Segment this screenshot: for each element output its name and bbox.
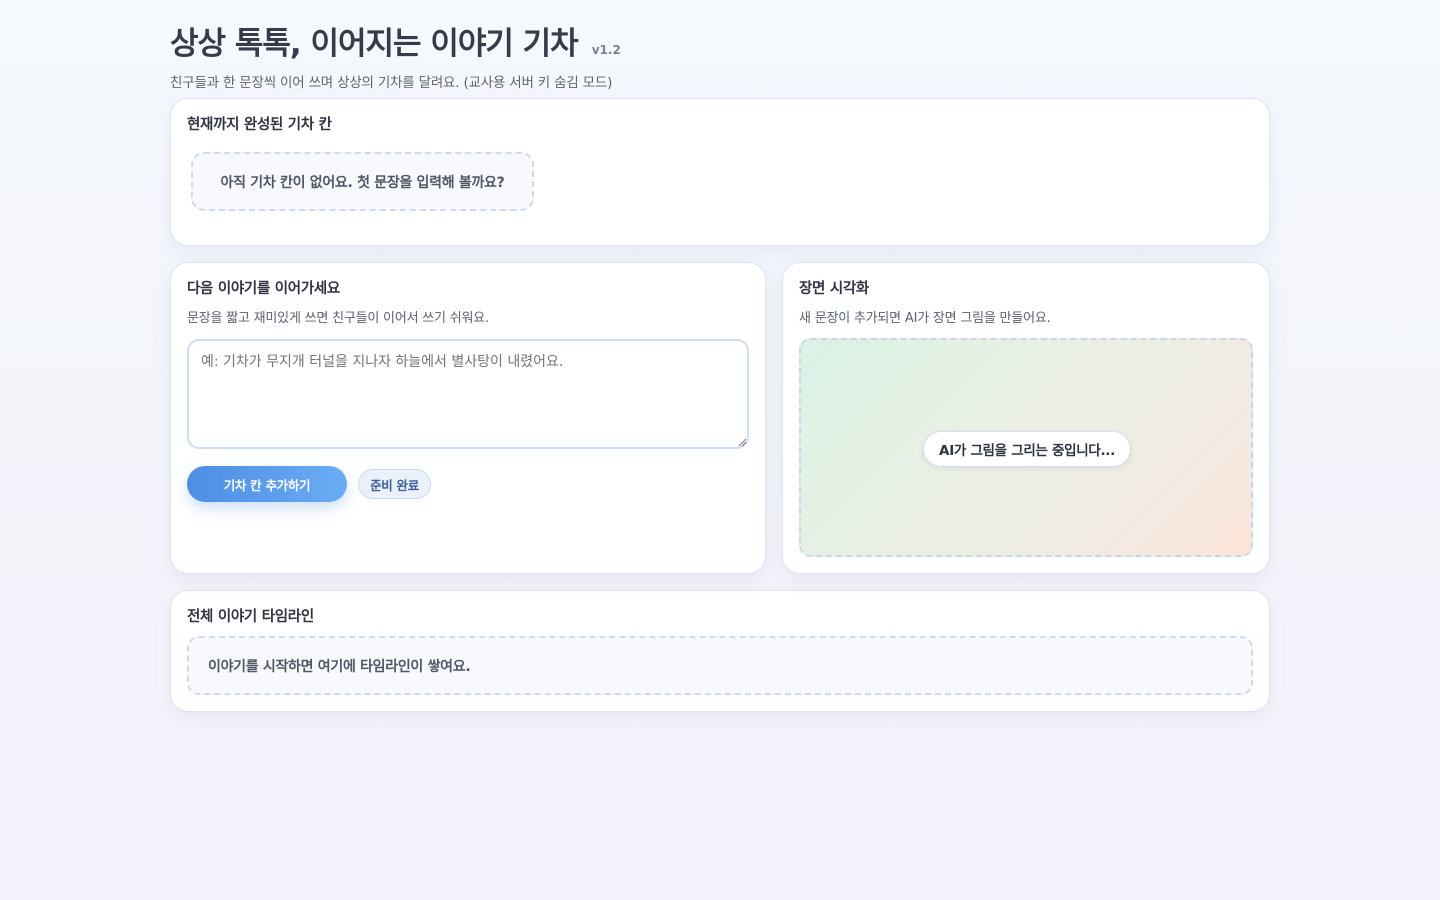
timeline-title: 전체 이야기 타임라인 <box>187 609 314 625</box>
page-subtitle: 친구들과 한 문장씩 이어 쓰며 상상의 기차를 달려요. (교사용 서버 키 … <box>170 75 613 91</box>
train-card: 현재까지 완성된 기차 칸 아직 기차 칸이 없어요. 첫 문장을 입력해 볼까… <box>170 98 1270 246</box>
timeline-empty-message: 이야기를 시작하면 여기에 타임라인이 쌓여요. <box>187 636 1253 695</box>
story-input-title: 다음 이야기를 이어가세요 <box>187 281 340 297</box>
train-card-title: 현재까지 완성된 기차 칸 <box>187 117 332 133</box>
story-textarea[interactable] <box>187 339 749 449</box>
title-row: 상상 톡톡, 이어지는 이야기 기차 v1.2 <box>170 18 1270 63</box>
drawing-status-pill: AI가 그림을 그리는 중입니다... <box>923 431 1131 467</box>
add-train-car-button[interactable]: 기차 칸 추가하기 <box>187 466 347 502</box>
train-empty-message: 아직 기차 칸이 없어요. 첫 문장을 입력해 볼까요? <box>191 152 534 211</box>
scene-visualization-description: 새 문장이 추가되면 AI가 장면 그림을 만들어요. <box>799 311 1051 326</box>
scene-visualization-card: 장면 시각화 새 문장이 추가되면 AI가 장면 그림을 만들어요. AI가 그… <box>782 262 1270 574</box>
version-label: v1.2 <box>591 43 621 57</box>
story-input-card: 다음 이야기를 이어가세요 문장을 짧고 재미있게 쓰면 친구들이 이어서 쓰기… <box>170 262 766 574</box>
story-input-description: 문장을 짧고 재미있게 쓰면 친구들이 이어서 쓰기 쉬워요. <box>187 311 489 326</box>
resize-grip-icon[interactable] <box>737 437 747 447</box>
scene-image-placeholder: AI가 그림을 그리는 중입니다... <box>799 338 1253 557</box>
status-badge: 준비 완료 <box>358 469 431 499</box>
timeline-card: 전체 이야기 타임라인 이야기를 시작하면 여기에 타임라인이 쌓여요. <box>170 590 1270 712</box>
page-title: 상상 톡톡, 이어지는 이야기 기차 <box>170 26 579 62</box>
scene-visualization-title: 장면 시각화 <box>799 281 869 297</box>
page-header: 상상 톡톡, 이어지는 이야기 기차 v1.2 친구들과 한 문장씩 이어 쓰며… <box>170 18 1270 91</box>
